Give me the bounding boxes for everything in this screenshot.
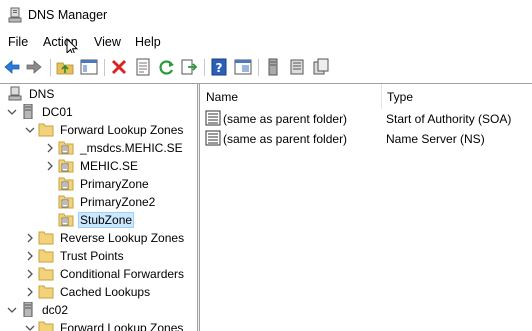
chevron-right-icon[interactable]	[45, 160, 55, 172]
folder-icon	[38, 231, 54, 245]
dns-manager-icon	[8, 7, 22, 23]
dns-icon	[8, 86, 22, 101]
record-name: (same as parent folder)	[223, 112, 348, 126]
tree-label: PrimaryZone	[80, 177, 149, 191]
toolbar-separator	[258, 59, 259, 76]
zone-icon	[58, 141, 74, 155]
tree-item-cached-lookups[interactable]: Cached Lookups	[25, 283, 195, 301]
menu-view[interactable]: View	[94, 35, 121, 49]
tree-label: Forward Lookup Zones	[60, 321, 184, 331]
tree-item-stubzone[interactable]: StubZone	[45, 211, 195, 229]
tree-item-forward-lookup-zones[interactable]: Forward Lookup Zones	[25, 121, 195, 139]
chevron-right-icon[interactable]	[25, 286, 35, 298]
export-list-icon[interactable]	[179, 57, 199, 77]
tree-item-trust-points[interactable]: Trust Points	[25, 247, 195, 265]
refresh-icon[interactable]	[157, 57, 177, 77]
toolbar: ?	[0, 53, 532, 83]
record-icon	[205, 130, 221, 146]
zone-icon	[58, 159, 74, 173]
folder-icon	[38, 267, 54, 281]
tree-item-dc01[interactable]: DC01	[7, 103, 107, 121]
tree-label: Forward Lookup Zones	[60, 123, 184, 137]
column-header-type[interactable]: Type	[381, 84, 532, 109]
record-icon	[205, 110, 221, 126]
column-header-label: Name	[206, 90, 239, 104]
tree-label: StubZone	[78, 212, 135, 228]
menu-help[interactable]: Help	[135, 35, 161, 49]
delete-icon[interactable]	[109, 57, 129, 77]
tree-label: Conditional Forwarders	[60, 267, 185, 281]
tree-item-reverse-lookup-zones[interactable]: Reverse Lookup Zones	[25, 229, 195, 247]
zone-icon	[58, 213, 74, 227]
show-hide-tree-icon[interactable]	[79, 57, 99, 77]
record-list-icon[interactable]	[287, 57, 307, 77]
server-icon	[23, 302, 33, 317]
tree-label: _msdcs.MEHIC.SE	[80, 141, 183, 155]
record-list-pane: Name Type (same as parent folder) Start …	[200, 84, 532, 331]
back-arrow-icon[interactable]	[2, 57, 22, 77]
chevron-down-icon[interactable]	[25, 124, 35, 136]
record-name: (same as parent folder)	[223, 132, 348, 146]
forward-arrow-icon[interactable]	[24, 57, 44, 77]
chevron-right-icon[interactable]	[25, 232, 35, 244]
chevron-down-icon[interactable]	[25, 322, 35, 331]
tree-label: PrimaryZone2	[80, 195, 156, 209]
tree-item-dc02[interactable]: dc02	[7, 301, 107, 319]
record-type: Start of Authority (SOA)	[386, 112, 512, 126]
help-icon[interactable]: ?	[209, 57, 229, 77]
toolbar-separator	[104, 59, 105, 76]
tree-label: MEHIC.SE	[80, 159, 139, 173]
tree-label: Trust Points	[60, 249, 124, 263]
folder-icon	[38, 321, 54, 331]
tree-label: DC01	[42, 105, 73, 119]
tree-label: dc02	[42, 303, 69, 317]
title-bar: DNS Manager	[0, 0, 532, 31]
server-icon[interactable]	[263, 57, 283, 77]
tree-label: Cached Lookups	[60, 285, 151, 299]
zone-icon	[58, 177, 74, 191]
folder-icon	[38, 285, 54, 299]
tree-item-conditional-forwarders[interactable]: Conditional Forwarders	[25, 265, 195, 283]
console-icon[interactable]	[233, 57, 253, 77]
svg-text:?: ?	[216, 61, 223, 75]
chevron-right-icon[interactable]	[45, 142, 55, 154]
up-folder-icon[interactable]	[55, 57, 75, 77]
window-title: DNS Manager	[28, 8, 108, 22]
record-row[interactable]: (same as parent folder) Start of Authori…	[200, 108, 532, 128]
tree-label: DNS	[29, 87, 55, 101]
menu-bar: File Action View Help	[0, 31, 532, 57]
column-header-label: Type	[387, 90, 414, 104]
chevron-down-icon[interactable]	[7, 304, 17, 316]
zone-icon	[58, 195, 74, 209]
tree-item-msdcs-zone[interactable]: _msdcs.MEHIC.SE	[45, 139, 195, 157]
column-header-name[interactable]: Name	[200, 84, 381, 109]
record-row[interactable]: (same as parent folder) Name Server (NS)	[200, 128, 532, 148]
tree-label: Reverse Lookup Zones	[60, 231, 185, 245]
toolbar-separator	[50, 59, 51, 76]
tree-item-forward-lookup-zones-dc02[interactable]: Forward Lookup Zones	[25, 319, 195, 331]
server-icon	[23, 104, 33, 119]
chevron-right-icon[interactable]	[25, 268, 35, 280]
properties-icon[interactable]	[133, 57, 153, 77]
toolbar-separator	[204, 59, 205, 76]
chevron-right-icon[interactable]	[25, 250, 35, 262]
tree-root-dns[interactable]: DNS	[0, 85, 74, 103]
folder-icon	[38, 123, 54, 137]
tree-item-mehic-zone[interactable]: MEHIC.SE	[45, 157, 195, 175]
chevron-down-icon[interactable]	[7, 106, 17, 118]
record-type: Name Server (NS)	[386, 132, 485, 146]
tree-item-primaryzone2[interactable]: PrimaryZone2	[45, 193, 195, 211]
tree-item-primaryzone[interactable]: PrimaryZone	[45, 175, 195, 193]
folder-icon	[38, 249, 54, 263]
menu-file[interactable]: File	[8, 35, 28, 49]
new-record-icon[interactable]	[311, 57, 331, 77]
tree-pane: DNS DC01 Forward Lookup Zones _msdcs.MEH…	[0, 84, 197, 331]
